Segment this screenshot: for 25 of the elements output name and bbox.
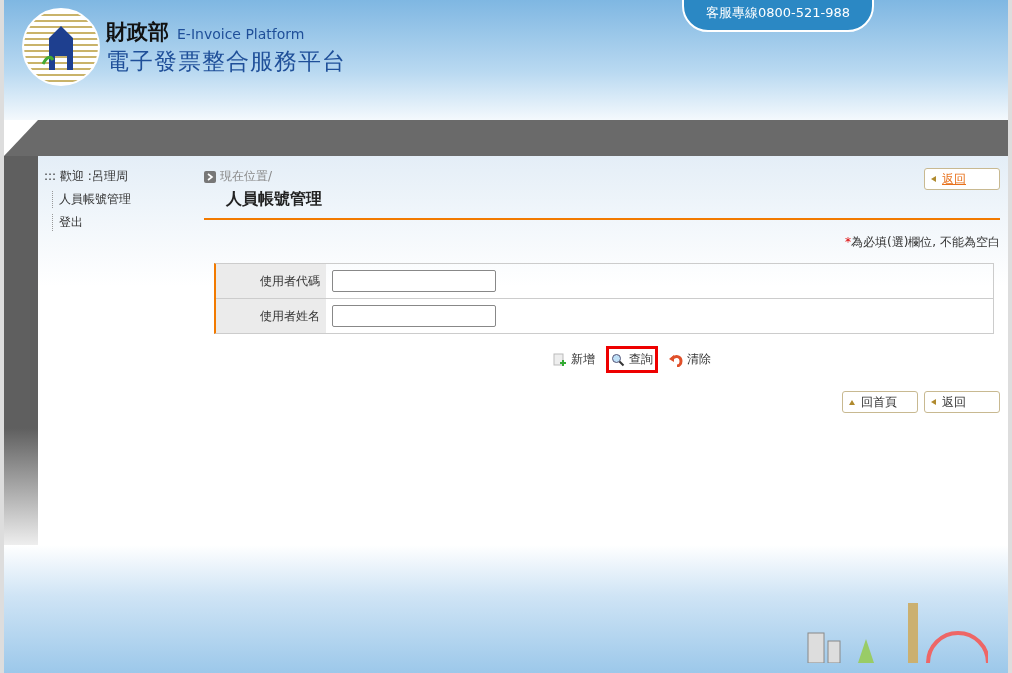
search-button[interactable]: 查詢 [606,346,658,373]
sidebar-link[interactable]: 登出 [52,214,170,231]
chevron-right-icon [204,170,216,183]
sidebar-link[interactable]: 人員帳號管理 [52,191,170,208]
field-label: 使用者姓名 [216,299,326,333]
document-plus-icon [553,352,567,367]
page-title: 人員帳號管理 [225,188,322,210]
agency-name: 財政部 [106,19,169,46]
platform-english-name: E-Invoice Platform [177,26,305,42]
welcome-text: ::: 歡迎 :呂理周 [44,168,129,185]
triangle-left-icon [931,399,936,405]
field-label: 使用者代碼 [216,264,326,298]
search-icon [611,352,625,367]
home-button[interactable]: 回首頁 [842,391,918,413]
required-note: *為必填(選)欄位, 不能為空白 [844,234,1000,251]
input-field[interactable] [332,270,496,292]
add-button[interactable]: 新增 [548,346,600,373]
clear-button[interactable]: 清除 [664,346,716,373]
triangle-up-icon [849,399,855,405]
platform-name: 電子發票整合服務平台 [106,47,346,76]
input-field[interactable] [332,305,496,327]
undo-arrow-icon [669,352,683,367]
breadcrumb: 現在位置/ [220,168,273,185]
triangle-left-icon [931,176,936,182]
back-button[interactable]: 返回 [924,391,1000,413]
